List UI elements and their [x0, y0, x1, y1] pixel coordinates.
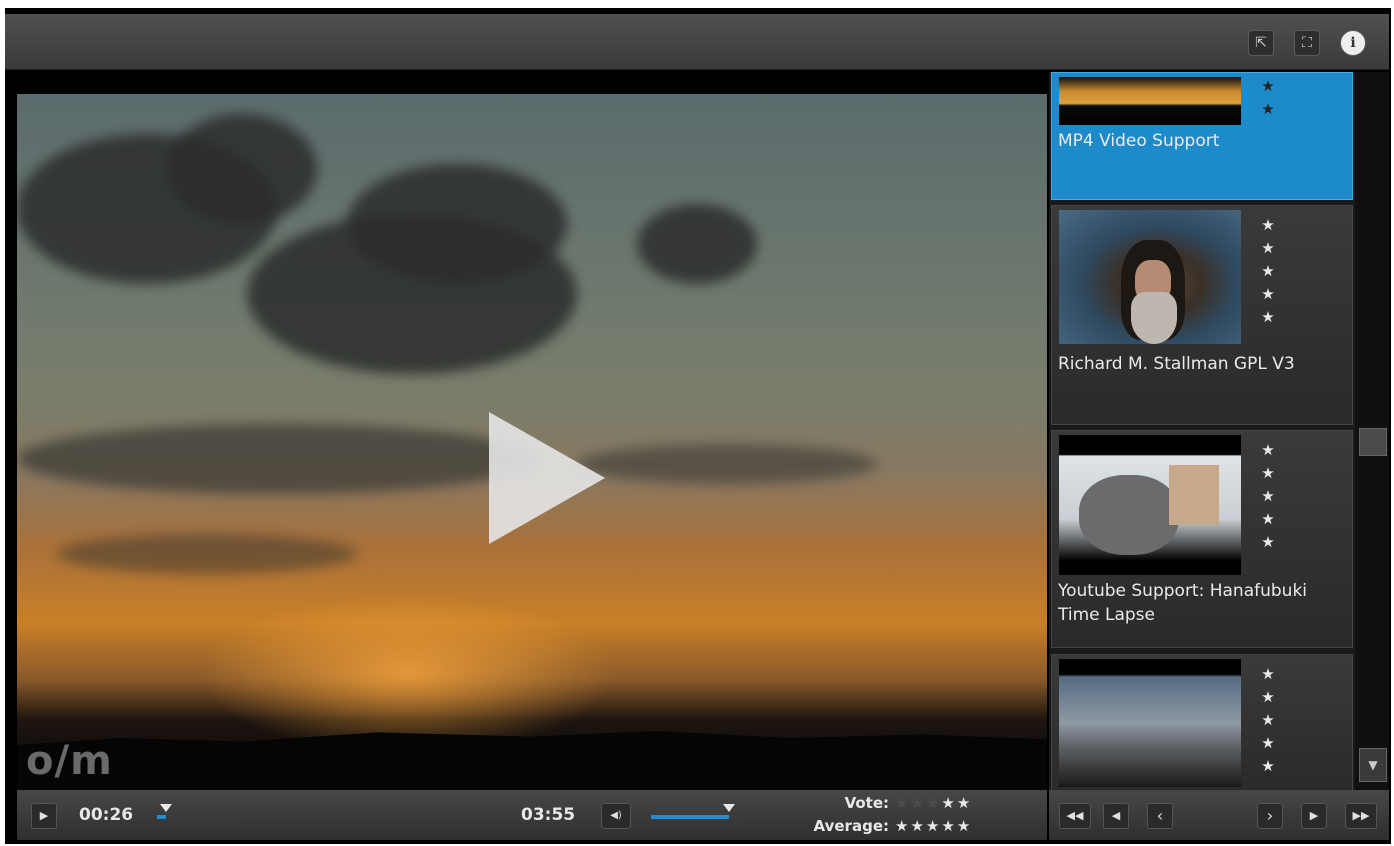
playlist: ★ ★ MP4 Video Support ★ ★ ★ ★ ★ Richard … [1049, 72, 1355, 790]
scroll-down-icon[interactable]: ▼ [1359, 748, 1387, 782]
share-icon[interactable]: ⇱ [1248, 30, 1274, 56]
volume-icon[interactable]: ◀) [601, 803, 631, 829]
vote-label: Vote: [844, 794, 889, 812]
rating-stars: ★ ★ ★ ★ ★ [1261, 665, 1275, 775]
video-frame[interactable]: o/m [17, 94, 1047, 790]
vote-stars[interactable]: ★★★★★ [895, 793, 972, 813]
play-icon[interactable] [489, 412, 605, 544]
fullscreen-icon[interactable]: ⛶ [1294, 30, 1320, 56]
osm-logo: o/m [26, 738, 113, 784]
volume-slider[interactable] [651, 804, 743, 819]
playlist-item-title: MP4 Video Support [1058, 131, 1220, 151]
vote-star[interactable]: ★ [926, 794, 941, 812]
playlist-item-title: Richard M. Stallman GPL V3 [1058, 354, 1295, 374]
seek-handle[interactable] [160, 804, 173, 812]
playlist-scrollbar[interactable]: ▼ [1355, 72, 1389, 790]
playlist-item-title: Youtube Support: Hanafubuki Time Lapse [1058, 581, 1308, 625]
current-time: 00:26 [79, 805, 134, 825]
average-star: ★ [956, 817, 973, 835]
average-star: ★ [910, 817, 926, 835]
info-icon[interactable]: i [1340, 30, 1366, 56]
video-thumbnail [1059, 210, 1241, 344]
scroll-thumb[interactable] [1359, 428, 1387, 456]
average-star: ★ [895, 817, 911, 835]
seek-slider[interactable] [157, 804, 243, 819]
previous-page-icon[interactable]: ◀ [1103, 803, 1129, 829]
volume-handle[interactable] [723, 804, 736, 812]
average-stars: ★★★★★ [895, 816, 972, 836]
rating-stars: ★ ★ ★ ★ ★ [1261, 216, 1275, 326]
playlist-navigation: ◀◀ ◀ ‹ › ▶ ▶▶ [1049, 790, 1389, 840]
vote-star[interactable]: ★ [957, 794, 972, 812]
play-button[interactable]: ▶ [31, 803, 57, 829]
vote-star[interactable]: ★ [941, 794, 956, 812]
playlist-item[interactable]: ★ ★ MP4 Video Support [1051, 72, 1353, 200]
vote-star[interactable]: ★ [895, 794, 910, 812]
next-page-icon[interactable]: ▶ [1301, 803, 1327, 829]
player-top-bar: ⇱ ⛶ i [5, 14, 1389, 70]
first-page-icon[interactable]: ◀◀ [1059, 803, 1091, 829]
video-thumbnail [1059, 77, 1241, 125]
control-bar: ▶ 00:26 03:55 ◀) Vote: ★★★★★ Average: ★★… [17, 790, 1047, 840]
playlist-item[interactable]: ★ ★ ★ ★ ★ [1051, 654, 1353, 790]
vote-star[interactable]: ★ [910, 794, 925, 812]
average-star: ★ [925, 817, 942, 835]
playlist-item[interactable]: ★ ★ ★ ★ ★ Youtube Support: Hanafubuki Ti… [1051, 430, 1353, 648]
rating-stars: ★ ★ ★ ★ ★ [1261, 441, 1275, 551]
average-label: Average: [813, 817, 889, 835]
previous-item-icon[interactable]: ‹ [1147, 803, 1173, 829]
rating-stars: ★ ★ [1261, 77, 1275, 118]
duration-time: 03:55 [521, 805, 576, 825]
video-thumbnail [1059, 435, 1241, 575]
next-item-icon[interactable]: › [1257, 803, 1283, 829]
last-page-icon[interactable]: ▶▶ [1345, 803, 1377, 829]
playlist-item[interactable]: ★ ★ ★ ★ ★ Richard M. Stallman GPL V3 [1051, 205, 1353, 425]
average-star: ★ [941, 817, 957, 835]
video-thumbnail [1059, 659, 1241, 787]
